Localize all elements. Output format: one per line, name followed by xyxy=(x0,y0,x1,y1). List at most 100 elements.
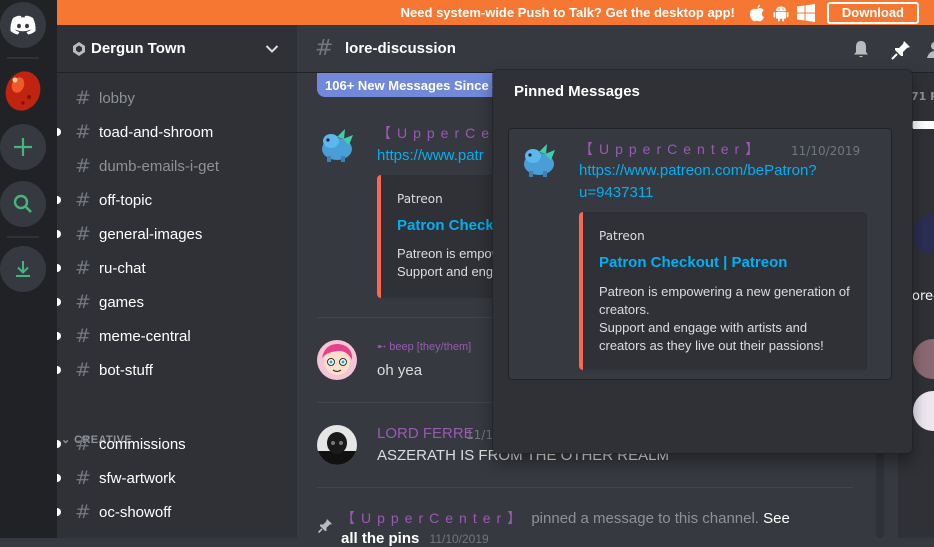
member-avatar[interactable] xyxy=(913,391,934,431)
embed-provider[interactable]: Patreon xyxy=(599,229,645,243)
hash-icon: # xyxy=(75,291,91,313)
discord-home-button[interactable] xyxy=(0,2,46,48)
avatar[interactable] xyxy=(519,140,559,180)
channel-name: general-images xyxy=(99,225,203,243)
android-icon xyxy=(773,6,789,21)
embed-title[interactable]: Patron Checkout | Patreon xyxy=(599,254,787,271)
avatar[interactable] xyxy=(317,340,357,380)
see-all-pins-link[interactable]: See xyxy=(763,510,790,527)
system-message-text: pinned a message to this channel. xyxy=(531,510,759,527)
windows-icon xyxy=(796,3,815,22)
channel-item[interactable]: # general-images xyxy=(57,217,297,251)
link-embed: Patreon Patron Checkout | Patreon Patreo… xyxy=(579,212,867,370)
system-message-timestamp: 11/10/2019 xyxy=(429,532,489,546)
channel-item[interactable]: # sfw-artwork xyxy=(57,461,297,495)
avatar[interactable] xyxy=(317,125,357,165)
search-icon xyxy=(13,194,32,213)
desktop-app-banner: Need system-wide Push to Talk? Get the d… xyxy=(57,0,934,25)
unread-indicator xyxy=(57,474,61,482)
channel-name: oc-showoff xyxy=(99,503,172,521)
download-icon xyxy=(16,261,30,277)
channel-item[interactable]: # commissions xyxy=(57,427,297,461)
bell-icon[interactable] xyxy=(851,39,871,59)
server-list xyxy=(0,0,57,538)
guild-separator xyxy=(7,236,39,238)
chevron-down-icon[interactable] xyxy=(265,44,279,54)
server-header[interactable]: Dergun Town xyxy=(57,25,297,73)
explore-servers-button[interactable] xyxy=(0,181,46,227)
avatar[interactable] xyxy=(317,425,357,465)
pink-character-avatar-icon xyxy=(317,340,357,380)
channel-name: toad-and-shroom xyxy=(99,123,214,141)
server-icon-dergun-town[interactable] xyxy=(0,67,46,113)
channel-item[interactable]: # meme-central xyxy=(57,319,297,353)
pinned-message[interactable]: 【UpperCenter】 11/10/2019 https://www.pat… xyxy=(508,128,892,380)
message-divider xyxy=(317,317,493,318)
hash-icon: # xyxy=(75,325,91,347)
message-author[interactable]: LORD FERRE xyxy=(377,425,474,442)
member-avatar[interactable] xyxy=(913,214,934,254)
hash-icon: # xyxy=(75,121,91,143)
hash-icon: # xyxy=(75,433,91,455)
channel-name: games xyxy=(99,293,145,311)
unread-indicator xyxy=(57,508,61,516)
message-link[interactable]: https://www.patr xyxy=(377,147,484,164)
channel-name: meme-central xyxy=(99,327,191,345)
channel-name: commissions xyxy=(99,435,186,453)
channel-item[interactable]: # bot-stuff xyxy=(57,353,297,387)
dark-character-avatar-icon xyxy=(317,425,357,465)
new-messages-bar[interactable]: 106+ New Messages Since 4 xyxy=(317,73,507,97)
embed-description: Patreon is empowering a new generation o… xyxy=(599,283,850,355)
channel-name: sfw-artwork xyxy=(99,469,176,487)
channel-item[interactable]: # lobby xyxy=(57,81,297,115)
message-link[interactable]: https://www.patreon.com/bePatron? xyxy=(579,162,817,179)
members-icon[interactable] xyxy=(927,39,934,61)
embed-provider[interactable]: Patreon xyxy=(397,192,443,206)
embed-description-line: Patreon is empowering a new generation o… xyxy=(599,284,850,299)
channel-name: ru-chat xyxy=(99,259,146,277)
channel-item[interactable]: # oc-showoff xyxy=(57,495,297,529)
hash-icon: # xyxy=(75,501,91,523)
message-author[interactable]: 【UpperCenter】 xyxy=(579,139,765,159)
message-divider xyxy=(317,487,853,488)
scrollbar[interactable] xyxy=(876,448,884,538)
pin-icon xyxy=(317,519,332,534)
channel-sidebar: Dergun Town # lobby # toad-and-shroom # dumb-… xyxy=(57,25,297,538)
see-all-pins-text[interactable]: all the pins xyxy=(341,530,419,547)
plus-icon xyxy=(14,138,32,156)
embed-title[interactable]: Patron Checko xyxy=(397,217,503,234)
channel-item[interactable]: # games xyxy=(57,285,297,319)
download-apps-button[interactable] xyxy=(0,246,46,292)
hash-icon: # xyxy=(75,359,91,381)
blue-dragon-avatar-icon xyxy=(317,125,357,165)
link-embed: Patreon Patron Checko Patreon is empow S… xyxy=(377,175,503,298)
member-avatar[interactable] xyxy=(913,339,934,379)
channel-item[interactable]: # ru-chat xyxy=(57,251,297,285)
channel-item[interactable]: # dumb-emails-i-get xyxy=(57,149,297,183)
hash-icon: # xyxy=(75,189,91,211)
blue-dragon-avatar-icon xyxy=(519,140,559,180)
message-author[interactable]: ➸ beep [they/them] xyxy=(377,340,471,353)
download-button[interactable]: Download xyxy=(826,1,919,24)
unread-indicator xyxy=(57,128,61,136)
message-text: oh yea xyxy=(377,362,423,379)
embed-description-line: Support and engage with artists and xyxy=(599,320,808,335)
server-name: Dergun Town xyxy=(91,40,186,57)
channel-item[interactable]: # off-topic xyxy=(57,183,297,217)
red-egg-server-icon xyxy=(5,71,41,111)
embed-description-line: Support and eng xyxy=(397,264,494,279)
member-name[interactable]: ore- xyxy=(912,289,934,304)
pinned-messages-title: Pinned Messages xyxy=(514,83,640,100)
hash-icon: # xyxy=(315,36,334,61)
message-divider xyxy=(317,402,493,403)
message-link[interactable]: u=9437311 xyxy=(579,184,653,201)
system-message-author[interactable]: 【UpperCenter】 xyxy=(341,510,527,526)
member-avatar[interactable] xyxy=(912,121,934,129)
pin-icon[interactable] xyxy=(890,39,912,61)
add-server-button[interactable] xyxy=(0,124,46,170)
channel-item[interactable]: # toad-and-shroom xyxy=(57,115,297,149)
apple-icon xyxy=(749,4,764,21)
see-all-pins-link[interactable]: all the pins 11/10/2019 xyxy=(341,530,489,547)
unread-indicator xyxy=(57,196,61,204)
message-timestamp: 11/10/2019 xyxy=(791,144,861,158)
